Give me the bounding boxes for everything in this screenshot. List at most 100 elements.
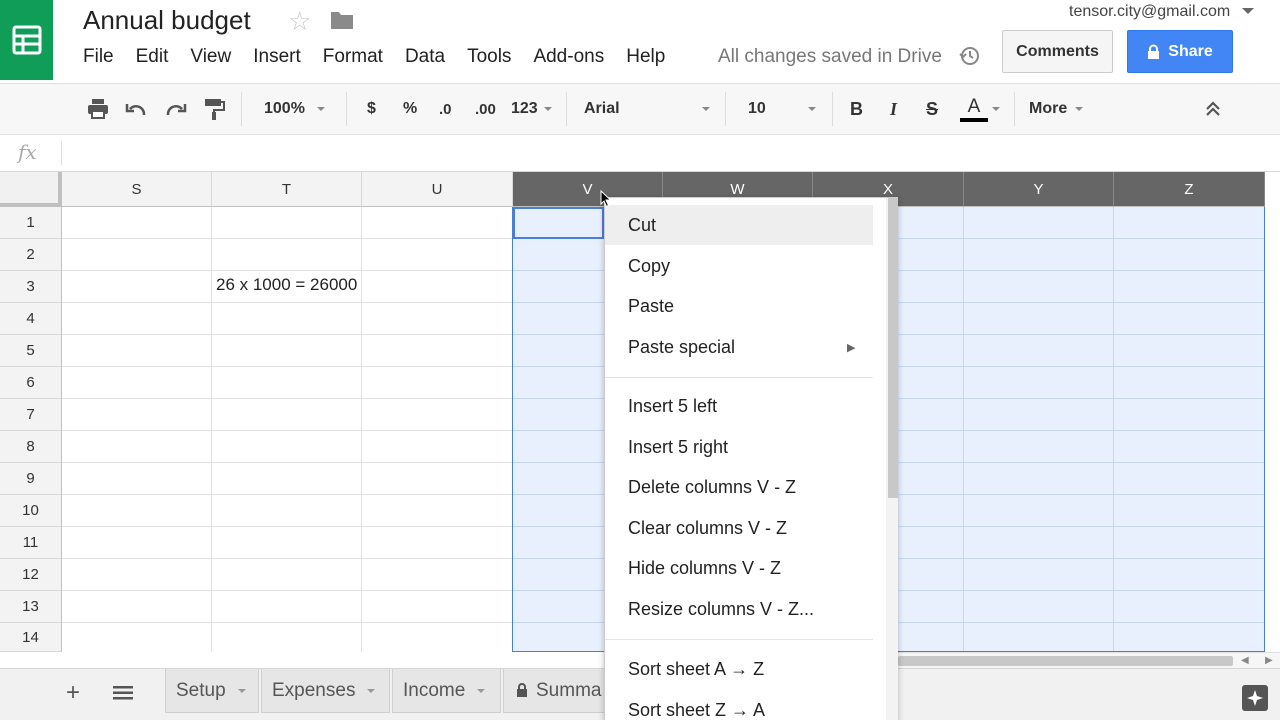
menu-item-insert-left[interactable]: Insert 5 left (605, 386, 873, 426)
cell[interactable] (212, 399, 362, 431)
star-icon[interactable]: ☆ (288, 6, 311, 36)
menu-tools[interactable]: Tools (467, 46, 511, 70)
cell[interactable] (212, 591, 362, 623)
menu-data[interactable]: Data (405, 46, 445, 70)
increase-decimal-button[interactable]: .00 (475, 84, 496, 134)
row-header[interactable]: 10 (0, 495, 62, 527)
cell[interactable] (362, 431, 513, 463)
column-header-z[interactable]: Z (1114, 172, 1265, 207)
row-header[interactable]: 8 (0, 431, 62, 463)
font-family-select[interactable]: Arial (584, 84, 710, 134)
cell[interactable] (212, 431, 362, 463)
column-header-u[interactable]: U (362, 172, 513, 207)
menu-file[interactable]: File (83, 46, 114, 70)
cell[interactable] (362, 495, 513, 527)
text-color-button[interactable]: A (960, 84, 988, 134)
column-header-y[interactable]: Y (964, 172, 1114, 207)
share-button[interactable]: Share (1127, 30, 1233, 73)
all-sheets-icon[interactable] (113, 685, 133, 706)
cell[interactable] (212, 303, 362, 335)
horizontal-scrollbar[interactable]: ◀ ▶ (898, 652, 1280, 668)
row-header[interactable]: 6 (0, 367, 62, 399)
menu-edit[interactable]: Edit (136, 46, 169, 70)
sheet-tab-summary[interactable]: Summa (503, 669, 613, 713)
row-header[interactable]: 1 (0, 207, 62, 239)
add-sheet-icon[interactable]: + (66, 681, 80, 705)
zoom-select[interactable]: 100% (264, 84, 325, 134)
cell-t3[interactable]: 26 x 1000 = 26000 (212, 271, 362, 303)
menu-item-paste[interactable]: Paste (605, 286, 873, 326)
document-title[interactable]: Annual budget (83, 5, 251, 36)
print-icon[interactable] (86, 84, 110, 134)
sheet-tab-setup[interactable]: Setup (165, 669, 259, 713)
scroll-left-icon[interactable]: ◀ (1241, 655, 1249, 666)
menu-item-clear-columns[interactable]: Clear columns V - Z (605, 508, 873, 548)
row-header[interactable]: 12 (0, 559, 62, 591)
context-menu-scroll-thumb[interactable] (888, 198, 898, 498)
select-all-corner[interactable] (0, 172, 62, 207)
account-email[interactable]: tensor.city@gmail.com (1069, 3, 1230, 21)
account-dropdown-icon[interactable] (1242, 8, 1254, 14)
cell[interactable] (362, 271, 513, 303)
sheets-logo-icon[interactable] (0, 0, 53, 80)
font-size-select[interactable]: 10 (748, 84, 816, 134)
menu-item-sort-a-z[interactable]: Sort sheet A → Z (605, 649, 873, 689)
cell[interactable] (212, 495, 362, 527)
cell[interactable] (62, 463, 212, 495)
menu-item-paste-special[interactable]: Paste special ▶ (605, 327, 873, 367)
collapse-menus-icon[interactable] (1204, 84, 1222, 134)
horizontal-scroll-thumb[interactable] (898, 656, 1233, 666)
cell[interactable] (62, 239, 212, 271)
cell[interactable] (212, 559, 362, 591)
cell[interactable] (62, 399, 212, 431)
cell[interactable] (362, 463, 513, 495)
menu-item-resize-columns[interactable]: Resize columns V - Z... (605, 589, 873, 629)
cell[interactable] (62, 527, 212, 559)
menu-item-copy[interactable]: Copy (605, 246, 873, 286)
cell[interactable] (62, 591, 212, 623)
cell[interactable] (362, 335, 513, 367)
cell[interactable] (362, 207, 513, 239)
row-header[interactable]: 11 (0, 527, 62, 559)
cell[interactable] (362, 559, 513, 591)
menu-item-delete-columns[interactable]: Delete columns V - Z (605, 467, 873, 507)
active-cell[interactable] (513, 207, 604, 239)
cell[interactable] (212, 335, 362, 367)
strikethrough-button[interactable]: S (926, 84, 938, 134)
percent-format-button[interactable]: % (403, 84, 417, 134)
column-header-s[interactable]: S (62, 172, 212, 207)
column-header-t[interactable]: T (212, 172, 362, 207)
more-formats-select[interactable]: 123 (511, 84, 552, 134)
menu-insert[interactable]: Insert (253, 46, 301, 70)
menu-item-hide-columns[interactable]: Hide columns V - Z (605, 548, 873, 588)
undo-icon[interactable] (124, 84, 148, 134)
cell[interactable] (362, 303, 513, 335)
cell[interactable] (212, 623, 362, 652)
bold-button[interactable]: B (850, 84, 863, 134)
cell[interactable] (62, 207, 212, 239)
cell[interactable] (62, 335, 212, 367)
cell[interactable] (362, 623, 513, 652)
cell[interactable] (62, 495, 212, 527)
cell[interactable] (212, 527, 362, 559)
menu-add-ons[interactable]: Add-ons (533, 46, 604, 70)
cell[interactable] (62, 367, 212, 399)
comments-button[interactable]: Comments (1002, 30, 1113, 73)
folder-icon[interactable] (330, 10, 354, 35)
sheet-tab-income[interactable]: Income (392, 669, 501, 713)
row-header[interactable]: 4 (0, 303, 62, 335)
cell[interactable] (212, 239, 362, 271)
row-header[interactable]: 2 (0, 239, 62, 271)
row-header[interactable]: 14 (0, 623, 62, 652)
sheet-tab-expenses[interactable]: Expenses (261, 669, 390, 713)
cell[interactable] (362, 591, 513, 623)
redo-icon[interactable] (164, 84, 188, 134)
cell[interactable] (62, 271, 212, 303)
row-header[interactable]: 3 (0, 271, 62, 303)
currency-format-button[interactable]: $ (367, 84, 376, 134)
formula-input[interactable] (70, 135, 1270, 171)
cell[interactable] (212, 207, 362, 239)
cell[interactable] (362, 367, 513, 399)
menu-item-insert-right[interactable]: Insert 5 right (605, 427, 873, 467)
explore-icon[interactable] (1242, 685, 1268, 716)
